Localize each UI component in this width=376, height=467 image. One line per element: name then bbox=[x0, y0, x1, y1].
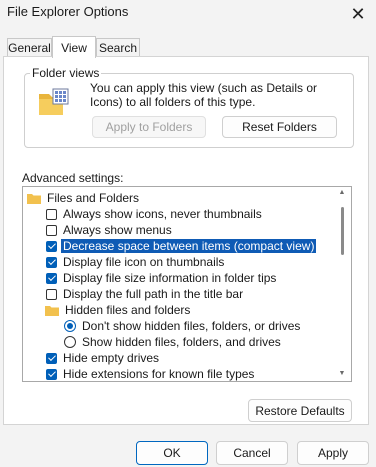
checkbox-checked[interactable] bbox=[46, 352, 57, 364]
apply-to-folders-button[interactable]: Apply to Folders bbox=[92, 116, 206, 138]
setting-label: Display file icon on thumbnails bbox=[63, 255, 225, 269]
folder-icon bbox=[45, 305, 59, 316]
radio-selected[interactable] bbox=[64, 320, 76, 332]
setting-label: Don't show hidden files, folders, or dri… bbox=[82, 319, 301, 333]
tree-folder-files-and-folders: Files and Folders bbox=[27, 190, 139, 206]
scroll-up-arrow-icon[interactable]: ▲ bbox=[338, 189, 346, 196]
scroll-down-arrow-icon[interactable]: ▼ bbox=[338, 370, 346, 377]
setting-label: Display file size information in folder … bbox=[63, 271, 277, 285]
apply-button[interactable]: Apply bbox=[297, 441, 369, 465]
tree-folder-label: Files and Folders bbox=[47, 191, 140, 205]
checkbox[interactable] bbox=[46, 224, 57, 236]
setting-label: Display the full path in the title bar bbox=[63, 287, 244, 301]
radio[interactable] bbox=[64, 336, 76, 348]
setting-always-show-icons[interactable]: Always show icons, never thumbnails bbox=[46, 206, 262, 222]
reset-folders-button[interactable]: Reset Folders bbox=[222, 116, 337, 138]
setting-hide-empty-drives[interactable]: Hide empty drives bbox=[46, 350, 159, 366]
close-button[interactable]: ✕ bbox=[340, 0, 376, 28]
ok-button[interactable]: OK bbox=[136, 441, 208, 465]
setting-show-hidden[interactable]: Show hidden files, folders, and drives bbox=[64, 334, 281, 350]
scrollbar-thumb[interactable] bbox=[341, 207, 344, 255]
setting-label: Hide empty drives bbox=[63, 351, 160, 365]
close-icon: ✕ bbox=[350, 3, 366, 24]
setting-compact-view[interactable]: Decrease space between items (compact vi… bbox=[46, 238, 318, 254]
checkbox[interactable] bbox=[46, 208, 57, 220]
setting-file-icon-thumbnails[interactable]: Display file icon on thumbnails bbox=[46, 254, 224, 270]
tree-folder-hidden-files: Hidden files and folders bbox=[45, 302, 190, 318]
tree-folder-label: Hidden files and folders bbox=[65, 303, 191, 317]
folder-views-description: You can apply this view (such as Details… bbox=[90, 81, 318, 109]
setting-label: Decrease space between items (compact vi… bbox=[59, 238, 318, 254]
checkbox-checked[interactable] bbox=[46, 240, 57, 252]
setting-file-size-tips[interactable]: Display file size information in folder … bbox=[46, 270, 276, 286]
setting-dont-show-hidden[interactable]: Don't show hidden files, folders, or dri… bbox=[64, 318, 300, 334]
setting-label: Always show icons, never thumbnails bbox=[63, 207, 262, 221]
setting-label: Show hidden files, folders, and drives bbox=[82, 335, 281, 349]
checkbox-checked[interactable] bbox=[46, 256, 57, 268]
checkbox-checked[interactable] bbox=[46, 272, 57, 284]
setting-label: Hide extensions for known file types bbox=[63, 367, 255, 381]
tab-general[interactable]: General bbox=[7, 38, 52, 57]
folder-icon bbox=[27, 193, 41, 204]
checkbox[interactable] bbox=[46, 288, 57, 300]
folder-views-legend: Folder views bbox=[30, 66, 102, 80]
cancel-button[interactable]: Cancel bbox=[216, 441, 288, 465]
window-title: File Explorer Options bbox=[7, 4, 129, 19]
tab-search[interactable]: Search bbox=[96, 38, 140, 57]
setting-always-show-menus[interactable]: Always show menus bbox=[46, 222, 172, 238]
tab-view[interactable]: View bbox=[52, 36, 96, 58]
setting-label: Always show menus bbox=[63, 223, 172, 237]
advanced-settings-label: Advanced settings: bbox=[22, 171, 124, 185]
folder-grid-icon bbox=[38, 88, 70, 118]
setting-full-path-title[interactable]: Display the full path in the title bar bbox=[46, 286, 243, 302]
setting-hide-extensions[interactable]: Hide extensions for known file types bbox=[46, 366, 255, 381]
advanced-settings-tree[interactable]: Files and Folders Always show icons, nev… bbox=[22, 186, 352, 382]
restore-defaults-button[interactable]: Restore Defaults bbox=[248, 399, 352, 422]
checkbox-checked[interactable] bbox=[46, 368, 57, 380]
